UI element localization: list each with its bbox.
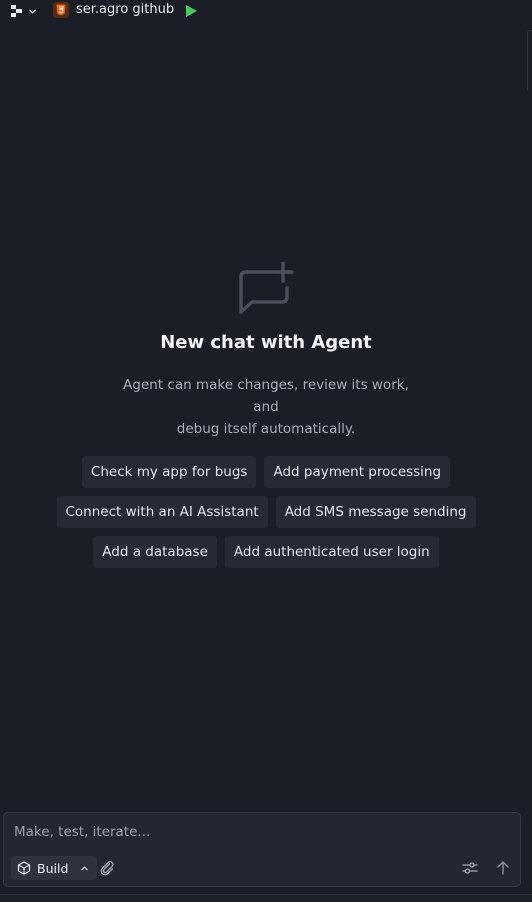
sliders-icon <box>462 862 478 874</box>
cube-icon <box>17 861 31 875</box>
suggestion-ai-assistant[interactable]: Connect with an AI Assistant <box>56 496 268 528</box>
suggestion-row: Connect with an AI Assistant Add SMS mes… <box>56 496 476 528</box>
chat-composer: Build <box>3 812 521 887</box>
suggestion-list: Check my app for bugs Add payment proces… <box>56 456 476 568</box>
empty-state-title: New chat with Agent <box>160 332 372 353</box>
workspace-logo-icon <box>11 5 22 17</box>
suggestion-check-bugs[interactable]: Check my app for bugs <box>81 456 257 488</box>
mode-selector[interactable]: Build <box>11 856 98 880</box>
description-line: Agent can make changes, review its work,… <box>123 377 409 415</box>
chevron-down-icon <box>29 9 36 14</box>
workspace-switcher[interactable] <box>11 3 41 19</box>
app-name[interactable]: ser.agro github <box>76 2 174 18</box>
chevron-up-icon <box>81 865 89 870</box>
suggestion-payment-processing[interactable]: Add payment processing <box>264 456 451 488</box>
paperclip-icon <box>100 861 114 876</box>
top-bar: ser.agro github <box>0 0 532 22</box>
suggestion-sms-sending[interactable]: Add SMS message sending <box>275 496 476 528</box>
play-icon <box>186 5 197 17</box>
chat-plus-icon <box>239 262 294 314</box>
empty-state-description: Agent can make changes, review its work,… <box>116 374 416 440</box>
html5-icon <box>53 2 69 18</box>
suggestion-database[interactable]: Add a database <box>93 536 217 568</box>
chat-input[interactable] <box>14 823 504 841</box>
panel-edge <box>527 30 532 91</box>
suggestion-row: Add a database Add authenticated user lo… <box>93 536 439 568</box>
send-button[interactable] <box>495 860 511 876</box>
agent-panel: ser.agro github New chat with Agent Agen… <box>0 0 532 902</box>
arrow-up-icon <box>497 861 509 875</box>
bottom-divider <box>0 894 532 902</box>
empty-state: New chat with Agent Agent can make chang… <box>0 262 532 568</box>
suggestion-user-login[interactable]: Add authenticated user login <box>224 536 439 568</box>
description-line: debug itself automatically. <box>176 421 356 437</box>
suggestion-row: Check my app for bugs Add payment proces… <box>81 456 451 488</box>
attach-button[interactable] <box>98 859 116 877</box>
run-button[interactable] <box>184 3 198 17</box>
settings-button[interactable] <box>462 860 478 876</box>
mode-label: Build <box>37 860 69 876</box>
